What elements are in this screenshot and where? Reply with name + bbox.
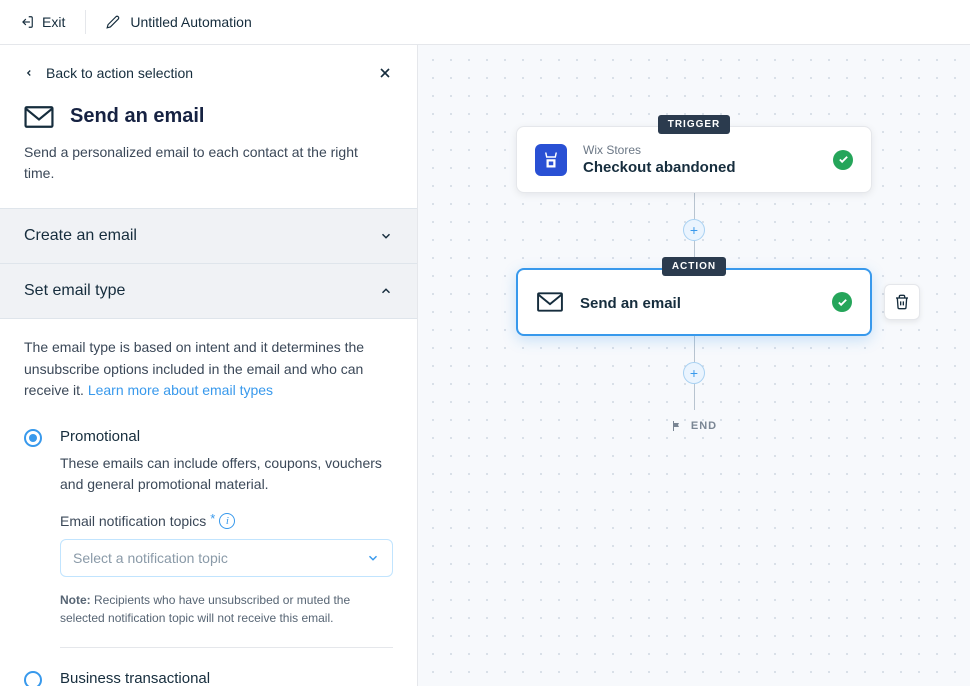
chevron-down-icon (366, 551, 380, 565)
notification-topics-label: Email notification topics * i (60, 513, 393, 529)
config-sidebar: Back to action selection Send an email S… (0, 45, 418, 686)
trigger-node[interactable]: Wix Stores Checkout abandoned (516, 126, 872, 193)
topbar: Exit Untitled Automation (0, 0, 970, 45)
exit-button[interactable]: Exit (20, 10, 86, 34)
chevron-down-icon (379, 229, 393, 243)
chevron-up-icon (379, 284, 393, 298)
add-step-button[interactable]: + (683, 219, 705, 241)
close-icon (377, 65, 393, 81)
action-node[interactable]: Send an email (516, 268, 872, 336)
panel-title: Send an email (70, 105, 205, 128)
radio-promotional[interactable] (24, 429, 42, 447)
end-marker: END (671, 420, 717, 432)
check-icon (833, 150, 853, 170)
trigger-badge: TRIGGER (658, 115, 731, 134)
back-label: Back to action selection (46, 65, 193, 81)
action-title: Send an email (580, 295, 816, 312)
info-icon[interactable]: i (219, 513, 235, 529)
notification-topic-select[interactable]: Select a notification topic (60, 539, 393, 577)
radio-promotional-label: Promotional (60, 428, 393, 445)
trigger-subtitle: Wix Stores (583, 143, 817, 157)
required-asterisk: * (210, 511, 215, 526)
flow-canvas[interactable]: TRIGGER Wix Stores Checkout abandoned + … (418, 45, 970, 686)
mail-icon (24, 106, 54, 128)
chevron-left-icon (24, 68, 34, 78)
radio-business-transactional[interactable] (24, 671, 42, 686)
trash-icon (894, 294, 910, 310)
trigger-title: Checkout abandoned (583, 159, 817, 176)
section-email-type[interactable]: Set email type (0, 264, 417, 319)
select-placeholder: Select a notification topic (73, 550, 228, 566)
exit-icon (20, 15, 34, 29)
exit-label: Exit (42, 14, 65, 30)
delete-node-button[interactable] (884, 284, 920, 320)
automation-title-edit[interactable]: Untitled Automation (106, 14, 251, 30)
radio-business-transactional-label: Business transactional (60, 670, 393, 686)
back-link[interactable]: Back to action selection (24, 65, 193, 81)
section-type-label: Set email type (24, 282, 125, 300)
note-text: Note: Recipients who have unsubscribed o… (60, 591, 393, 627)
end-label: END (691, 420, 717, 432)
add-step-button[interactable]: + (683, 362, 705, 384)
learn-more-link[interactable]: Learn more about email types (88, 382, 273, 398)
flag-icon (671, 420, 683, 432)
section-create-label: Create an email (24, 227, 137, 245)
mail-icon (536, 286, 564, 318)
radio-promotional-desc: These emails can include offers, coupons… (60, 453, 393, 495)
check-icon (832, 292, 852, 312)
section-create-email[interactable]: Create an email (0, 209, 417, 264)
type-helper-text: The email type is based on intent and it… (24, 337, 393, 402)
panel-description: Send a personalized email to each contac… (24, 142, 364, 208)
automation-title: Untitled Automation (130, 14, 251, 30)
action-badge: ACTION (662, 257, 726, 276)
close-button[interactable] (377, 65, 393, 81)
pencil-icon (106, 15, 120, 29)
store-icon (535, 144, 567, 176)
